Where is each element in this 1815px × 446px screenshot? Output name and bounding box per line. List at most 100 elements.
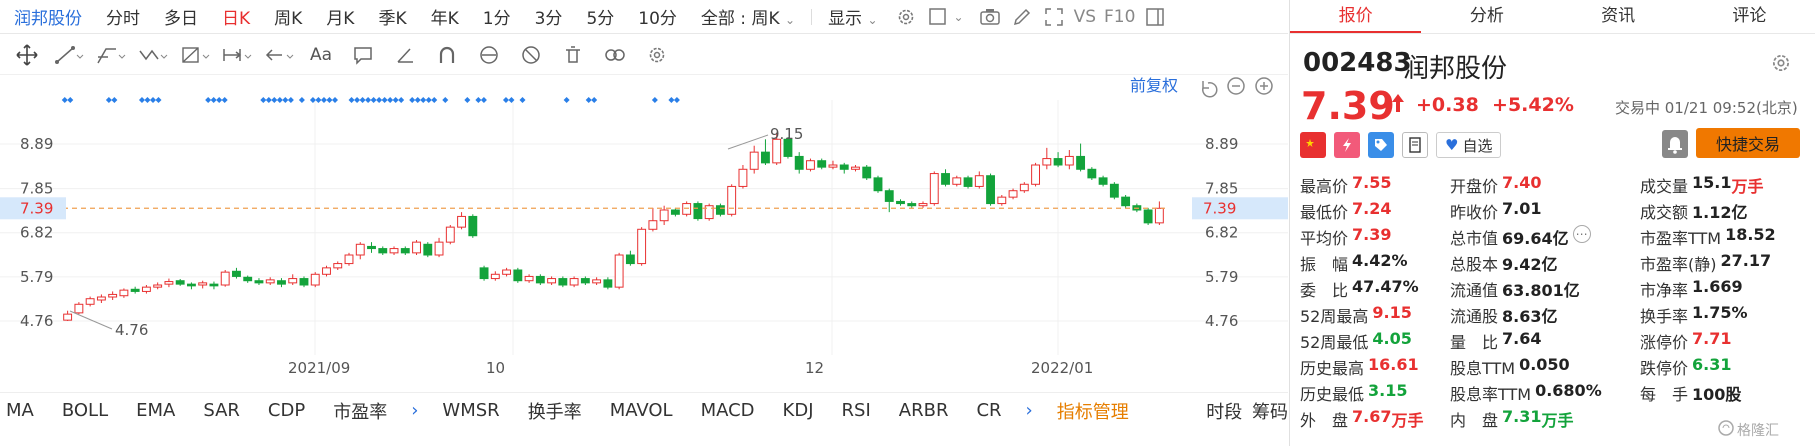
tab-5min[interactable]: 5分 — [574, 4, 626, 29]
chevron-right-icon[interactable]: › — [1016, 400, 1043, 421]
stat-label: 涨停价 — [1640, 333, 1689, 352]
stat-label: 市净率 — [1640, 281, 1689, 300]
candle-up — [164, 281, 174, 285]
line-tool-icon[interactable] — [48, 40, 90, 70]
candle-up — [974, 175, 984, 187]
tab-multiday[interactable]: 多日 — [152, 4, 210, 29]
indicator-tab-boll[interactable]: BOLL — [48, 400, 122, 421]
tab-1min[interactable]: 1分 — [471, 4, 523, 29]
indicator-tab-mavol[interactable]: MAVOL — [596, 400, 687, 421]
chevron-right-icon[interactable]: › — [401, 400, 428, 421]
stock-name-link[interactable]: 润邦股份 — [0, 4, 94, 29]
f10-button[interactable]: F10 — [1100, 7, 1139, 27]
fullscreen-icon[interactable] — [1040, 3, 1068, 31]
indicator-tab-macd[interactable]: MACD — [687, 400, 769, 421]
candle-down — [299, 278, 309, 286]
settings-icon[interactable] — [1770, 52, 1792, 78]
range-tool-icon[interactable] — [216, 40, 258, 70]
lock-drawing-icon[interactable] — [468, 40, 510, 70]
indicator-tab-kdj[interactable]: KDJ — [769, 400, 828, 421]
indicator-tab-pe[interactable]: 市盈率 — [319, 398, 401, 424]
angle-tool-icon[interactable] — [384, 40, 426, 70]
wave-tool-icon[interactable] — [132, 40, 174, 70]
drawing-settings-icon[interactable] — [636, 40, 678, 70]
stat-label: 52周最低 — [1300, 333, 1369, 352]
zoom-out-icon[interactable] — [1227, 77, 1245, 95]
candle-down — [817, 160, 827, 168]
indicator-tab-ema[interactable]: EMA — [122, 400, 189, 421]
kline-chart[interactable]: 7.39 7.39 8.89 7.85 6.82 5.79 4.76 8.89 … — [0, 75, 1288, 385]
camera-icon[interactable] — [976, 3, 1004, 31]
indicator-tab-cr[interactable]: CR — [962, 400, 1015, 421]
stat-value: 63.801亿 — [1502, 281, 1580, 300]
bell-icon[interactable] — [1662, 130, 1688, 158]
period-dropdown-label: 全部 : 周K — [700, 9, 780, 29]
pencil-icon[interactable] — [1008, 3, 1036, 31]
gear-icon[interactable] — [892, 3, 920, 31]
up-arrow-icon — [1390, 92, 1406, 119]
tab-10min[interactable]: 10分 — [626, 4, 689, 29]
indicator-tab-ma[interactable]: MA — [0, 400, 48, 421]
document-icon[interactable] — [1402, 132, 1428, 158]
tab-3min[interactable]: 3分 — [523, 4, 575, 29]
period-dropdown[interactable]: 全部 : 周K ⌄ — [689, 4, 807, 29]
tab-daily-k[interactable]: 日K — [210, 4, 262, 29]
tab-quarterly-k[interactable]: 季K — [366, 4, 418, 29]
candle-up — [63, 313, 73, 321]
arrow-tool-icon[interactable] — [258, 40, 300, 70]
restore-mode-label[interactable]: 前复权 — [1130, 76, 1178, 95]
channel-tool-icon[interactable] — [90, 40, 132, 70]
zoom-in-icon[interactable] — [1255, 77, 1273, 95]
indicator-tab-arbr[interactable]: ARBR — [885, 400, 963, 421]
chip-distribution-button[interactable]: 筹码 — [1252, 402, 1288, 423]
add-watchlist-button[interactable]: ♥ 自选 — [1436, 132, 1502, 158]
panel-toggle-icon[interactable] — [1141, 3, 1169, 31]
quick-trade-button[interactable]: 快捷交易 — [1696, 128, 1800, 158]
vs-button[interactable]: VS — [1070, 7, 1100, 27]
indicator-tab-turnover[interactable]: 换手率 — [514, 398, 596, 424]
stat-value: 4.05 — [1372, 329, 1412, 348]
tab-monthly-k[interactable]: 月K — [314, 4, 366, 29]
candle-up — [952, 177, 962, 185]
watermark-text: 格隆汇 — [1737, 423, 1779, 439]
tab-comments[interactable]: 评论 — [1684, 0, 1815, 33]
indicator-tab-sar[interactable]: SAR — [189, 400, 254, 421]
session-button[interactable]: 时段 — [1206, 402, 1242, 423]
fibonacci-tool-icon[interactable] — [174, 40, 216, 70]
display-dropdown[interactable]: 显示 ⌄ — [816, 4, 889, 29]
stat-cell: 52周最高 9.15 — [1300, 303, 1450, 327]
candle-up — [929, 173, 939, 205]
tab-fenshi[interactable]: 分时 — [94, 4, 152, 29]
indicator-tab-wmsr[interactable]: WMSR — [428, 400, 513, 421]
trade-status: 交易中 01/21 09:52(北京) — [1615, 99, 1798, 117]
checkbox-icon[interactable] — [924, 3, 952, 31]
indicator-tab-cdp[interactable]: CDP — [254, 400, 319, 421]
y-tick-label: 8.89 — [20, 135, 53, 153]
y-tick-label-right: 4.76 — [1205, 312, 1238, 330]
stat-label: 成交额 — [1640, 203, 1689, 222]
candle-down — [896, 200, 905, 205]
candle-down — [907, 203, 917, 207]
more-icon[interactable]: ⋯ — [1572, 225, 1591, 243]
candle-up — [592, 279, 602, 284]
trash-icon[interactable] — [552, 40, 594, 70]
hide-drawing-icon[interactable] — [510, 40, 552, 70]
tab-weekly-k[interactable]: 周K — [262, 4, 314, 29]
stat-value: 27.17 — [1720, 251, 1772, 270]
chevron-down-icon[interactable]: ⌄ — [954, 10, 964, 24]
reset-icon[interactable] — [1202, 81, 1218, 98]
magnet-icon[interactable] — [426, 40, 468, 70]
tab-analysis[interactable]: 分析 — [1421, 0, 1552, 33]
link-icon[interactable] — [594, 40, 636, 70]
text-tool-icon[interactable]: Aa — [300, 40, 342, 70]
indicator-tab-rsi[interactable]: RSI — [828, 400, 885, 421]
indicator-manage-button[interactable]: 指标管理 — [1043, 398, 1143, 424]
tab-yearly-k[interactable]: 年K — [419, 4, 471, 29]
move-icon[interactable] — [6, 40, 48, 70]
signal-dot — [464, 97, 471, 103]
signal-dot — [392, 97, 399, 103]
comment-tool-icon[interactable] — [342, 40, 384, 70]
y-tick-label: 6.82 — [20, 224, 53, 242]
tab-quote[interactable]: 报价 — [1290, 0, 1422, 33]
tab-news[interactable]: 资讯 — [1553, 0, 1684, 33]
